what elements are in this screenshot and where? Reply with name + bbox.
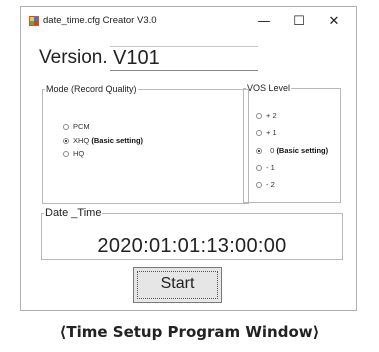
date-time-group: Date _Time 2020:01:01:13:00:00 xyxy=(41,207,343,260)
vos-option-plus2[interactable]: + 2 xyxy=(256,111,277,120)
vos-option-zero[interactable]: 0 (Basic setting) xyxy=(256,146,328,155)
mode-legend: Mode (Record Quality) xyxy=(46,84,137,94)
vos-option-label: + 1 xyxy=(266,128,277,137)
mode-option-hq[interactable]: HQ xyxy=(63,149,84,158)
mode-option-label: HQ xyxy=(73,149,85,158)
close-button[interactable]: ✕ xyxy=(319,11,349,33)
radio-icon[interactable] xyxy=(63,123,69,130)
mode-group: Mode (Record Quality) PCM XHQ (Basic set… xyxy=(42,84,249,204)
vos-level-group: VOS Level + 2 + 1 0 (Basic setting) - 1 … xyxy=(243,83,341,203)
radio-icon[interactable] xyxy=(256,181,262,188)
radio-checked-icon[interactable] xyxy=(256,147,262,154)
app-window: date_time.cfg Creator V3.0 — ☐ ✕ Version… xyxy=(20,6,357,311)
window-title: date_time.cfg Creator V3.0 xyxy=(43,15,157,26)
vos-option-minus2[interactable]: - 2 xyxy=(256,180,275,189)
vos-option-label: 0 (Basic setting) xyxy=(270,146,329,155)
radio-icon[interactable] xyxy=(63,150,69,157)
maximize-button[interactable]: ☐ xyxy=(284,11,314,33)
vos-option-label: - 1 xyxy=(266,163,275,172)
title-bar[interactable]: date_time.cfg Creator V3.0 — ☐ ✕ xyxy=(21,7,356,37)
vos-option-minus1[interactable]: - 1 xyxy=(256,163,275,172)
mode-option-pcm[interactable]: PCM xyxy=(63,122,90,131)
start-button-label: Start xyxy=(160,275,195,292)
mode-option-xhq[interactable]: XHQ (Basic setting) xyxy=(63,136,143,145)
start-button[interactable]: Start xyxy=(133,267,222,303)
minimize-button[interactable]: — xyxy=(249,11,279,33)
version-label: Version. xyxy=(39,47,108,68)
radio-checked-icon[interactable] xyxy=(63,137,69,144)
date-time-legend: Date _Time xyxy=(45,207,102,219)
mode-option-label: PCM xyxy=(73,122,90,131)
radio-icon[interactable] xyxy=(256,112,262,119)
mode-option-label: XHQ (Basic setting) xyxy=(73,136,144,145)
vos-option-plus1[interactable]: + 1 xyxy=(256,128,277,137)
date-time-value[interactable]: 2020:01:01:13:00:00 xyxy=(42,235,342,258)
vos-option-label: + 2 xyxy=(266,111,277,120)
app-icon xyxy=(29,16,39,26)
basic-setting-note: (Basic setting) xyxy=(91,136,144,145)
version-input[interactable] xyxy=(110,46,258,71)
basic-setting-note: (Basic setting) xyxy=(276,146,329,155)
figure-caption: ⟨Time Setup Program Window⟩ xyxy=(59,323,320,341)
vos-legend: VOS Level xyxy=(247,83,291,93)
radio-icon[interactable] xyxy=(256,164,262,171)
vos-option-label: - 2 xyxy=(266,180,275,189)
radio-icon[interactable] xyxy=(256,129,262,136)
